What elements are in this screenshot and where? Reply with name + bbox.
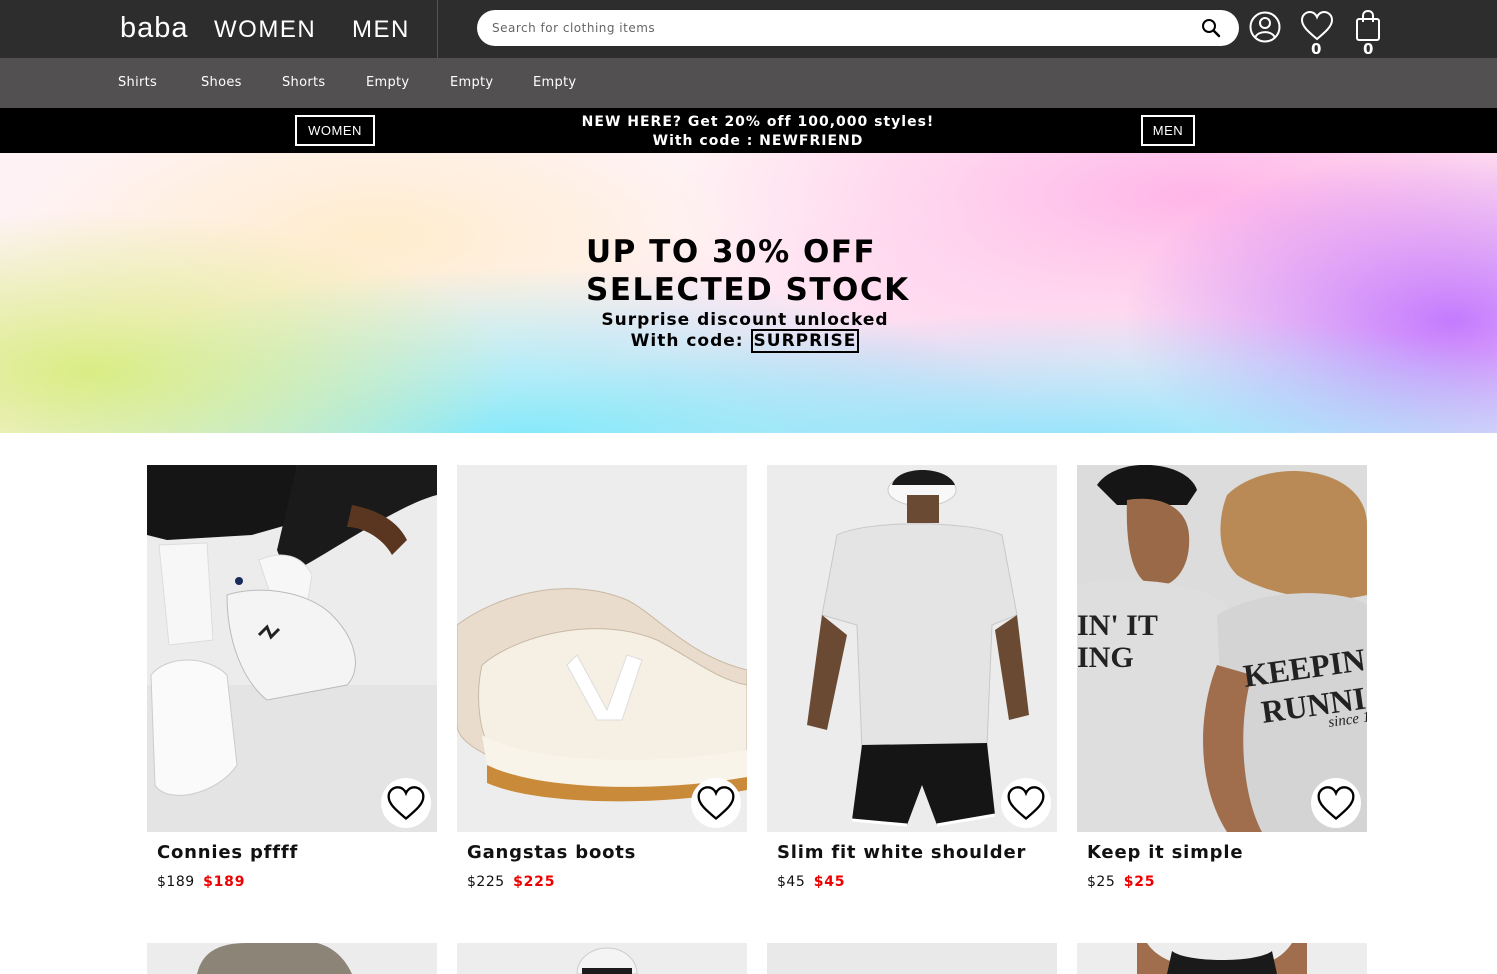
- category-empty-1[interactable]: Empty: [366, 75, 409, 90]
- add-to-wishlist-button[interactable]: [1311, 778, 1361, 828]
- product-sale-price: $225: [513, 874, 556, 890]
- product-photo-partial: [1077, 943, 1367, 974]
- wishlist-count: 0: [1311, 40, 1322, 58]
- wishlist-icon[interactable]: [1300, 10, 1334, 42]
- hero-code-line: With code: SURPRISE: [590, 329, 900, 353]
- hero-subtitle-text: Surprise discount unlocked: [601, 310, 889, 330]
- product-image-partial[interactable]: [767, 943, 1057, 974]
- category-bar: Shirts Shoes Shorts Empty Empty Empty: [0, 58, 1497, 108]
- promo-line-1: NEW HERE? Get 20% off 100,000 styles!: [581, 114, 935, 130]
- search-input[interactable]: [492, 10, 1182, 46]
- product-image-partial[interactable]: [147, 943, 437, 974]
- heart-icon: [697, 785, 735, 820]
- hero-code-label: With code:: [630, 331, 744, 351]
- product-image-partial[interactable]: [1077, 943, 1367, 974]
- product-name[interactable]: Connies pffff: [157, 842, 298, 863]
- promo-bar: WOMEN NEW HERE? Get 20% off 100,000 styl…: [0, 108, 1497, 153]
- product-sale-price: $189: [203, 874, 246, 890]
- shopping-bag-icon[interactable]: [1354, 9, 1382, 43]
- hero-subtitle: Surprise discount unlocked With code: SU…: [590, 310, 900, 353]
- product-card[interactable]: Connies pffff $189 $189: [147, 465, 437, 890]
- bag-count: 0: [1363, 40, 1374, 58]
- heart-icon: [1007, 785, 1045, 820]
- promo-men-button[interactable]: MEN: [1141, 115, 1195, 146]
- add-to-wishlist-button[interactable]: [691, 778, 741, 828]
- product-sale-price: $25: [1123, 874, 1156, 890]
- product-image-partial[interactable]: [457, 943, 747, 974]
- product-photo-partial: [767, 943, 1057, 974]
- product-card[interactable]: Gangstas boots $225 $225: [457, 465, 747, 890]
- promo-message: NEW HERE? Get 20% off 100,000 styles! Wi…: [520, 113, 996, 151]
- hero-banner[interactable]: UP TO 30% OFF SELECTED STOCK Surprise di…: [0, 153, 1497, 433]
- product-image[interactable]: [147, 465, 437, 832]
- product-photo-sneakers-worn: [147, 465, 437, 832]
- product-name[interactable]: Slim fit white shoulder: [777, 842, 1026, 863]
- product-image[interactable]: [767, 465, 1057, 832]
- product-price: $45: [777, 874, 806, 890]
- header-divider: [437, 0, 438, 58]
- category-shoes[interactable]: Shoes: [201, 75, 242, 90]
- product-image[interactable]: IN' IT ING KEEPIN RUNNI since 19: [1077, 465, 1367, 832]
- hero-title-line-1: UP TO 30% OFF: [586, 234, 877, 270]
- tshirt-print-text: IN' IT: [1077, 609, 1158, 642]
- product-name[interactable]: Keep it simple: [1087, 842, 1243, 863]
- product-prices: $189 $189: [157, 874, 245, 890]
- logo[interactable]: baba: [120, 12, 189, 45]
- product-name[interactable]: Gangstas boots: [467, 842, 636, 863]
- add-to-wishlist-button[interactable]: [1001, 778, 1051, 828]
- heart-icon: [1317, 785, 1355, 820]
- account-icon[interactable]: [1248, 10, 1282, 44]
- product-image[interactable]: [457, 465, 747, 832]
- product-price: $225: [467, 874, 505, 890]
- hero-title-line-2: SELECTED STOCK: [586, 272, 910, 308]
- promo-line-2: With code : NEWFRIEND: [652, 133, 864, 149]
- product-prices: $45 $45: [777, 874, 845, 890]
- search-icon[interactable]: [1201, 18, 1221, 38]
- product-photo-partial: [147, 943, 437, 974]
- heart-icon: [387, 785, 425, 820]
- category-empty-2[interactable]: Empty: [450, 75, 493, 90]
- hero-title: UP TO 30% OFF SELECTED STOCK: [586, 233, 926, 309]
- product-photo-partial: [457, 943, 747, 974]
- product-card[interactable]: Slim fit white shoulder $45 $45: [767, 465, 1057, 890]
- product-prices: $225 $225: [467, 874, 555, 890]
- product-prices: $25 $25: [1087, 874, 1155, 890]
- product-photo-sneaker: [457, 465, 747, 832]
- product-photo-printed-tshirts: IN' IT ING KEEPIN RUNNI since 19: [1077, 465, 1367, 832]
- nav-men[interactable]: MEN: [352, 16, 410, 44]
- add-to-wishlist-button[interactable]: [381, 778, 431, 828]
- top-bar: baba WOMEN MEN 0 0: [0, 0, 1497, 58]
- product-price: $189: [157, 874, 195, 890]
- hero-code[interactable]: SURPRISE: [750, 329, 860, 353]
- category-shirts[interactable]: Shirts: [118, 75, 157, 90]
- nav-women[interactable]: WOMEN: [214, 16, 316, 44]
- search-bar: [477, 10, 1239, 46]
- category-empty-3[interactable]: Empty: [533, 75, 576, 90]
- product-photo-white-tshirt: [767, 465, 1057, 832]
- category-shorts[interactable]: Shorts: [282, 75, 325, 90]
- tshirt-print-text: ING: [1077, 641, 1134, 674]
- product-sale-price: $45: [813, 874, 846, 890]
- promo-women-button[interactable]: WOMEN: [295, 115, 375, 146]
- product-card[interactable]: IN' IT ING KEEPIN RUNNI since 19 Keep it…: [1077, 465, 1367, 890]
- product-price: $25: [1087, 874, 1116, 890]
